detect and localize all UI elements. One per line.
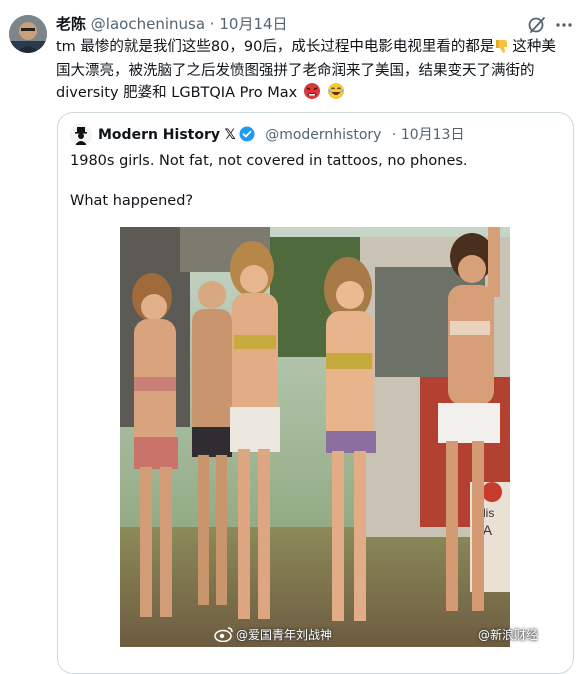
header-separator: · — [209, 15, 215, 33]
post-text-line1a: tm 最惨的就是我们这些80，90后，成长过程中电影电视里看的都是 — [56, 39, 495, 55]
weibo-watermark: @爱国青年刘战神 — [214, 626, 332, 645]
thumb-down-emoji — [495, 38, 511, 61]
quoted-author-handle[interactable]: @modernhistory — [265, 127, 381, 143]
quoted-author-name[interactable]: Modern History — [98, 127, 220, 143]
laughing-face-emoji — [327, 82, 345, 107]
post-text: tm 最惨的就是我们这些80，90后，成长过程中电影电视里看的都是 这种美 国大漂… — [56, 37, 576, 107]
quoted-separator: · — [391, 127, 397, 143]
watermark-right-text: @新浪财经 — [478, 628, 539, 642]
quoted-author-avatar[interactable] — [70, 124, 92, 146]
post-text-line1b: 这种美 — [512, 39, 556, 55]
weibo-logo-icon — [214, 626, 234, 645]
grok-icon[interactable] — [527, 15, 547, 35]
author-avatar[interactable] — [9, 15, 47, 53]
author-handle[interactable]: @laocheninusa — [91, 15, 205, 33]
quoted-post-card[interactable]: Modern History 𝕏 @modernhistory · 10月13日… — [57, 112, 574, 674]
quoted-text-line2: What happened? — [70, 193, 194, 209]
quoted-post-text: 1980s girls. Not fat, not covered in tat… — [70, 151, 550, 211]
post-text-line3: diversity 肥婆和 LGBTQIA Pro Max — [56, 85, 298, 101]
watermark-left-text: @爱国青年刘战神 — [236, 628, 333, 642]
quoted-text-line1: 1980s girls. Not fat, not covered in tat… — [70, 153, 468, 169]
angry-face-emoji — [303, 82, 321, 107]
author-name[interactable]: 老陈 — [56, 15, 86, 33]
post-text-line2: 国大漂亮，被洗脑了之后发愤图强拼了老命润来了美国，结果变天了满街的 — [56, 63, 535, 79]
x-logo-icon: 𝕏 — [224, 127, 236, 143]
post-header: 老陈 @laocheninusa · 10月14日 — [56, 14, 288, 34]
quoted-post-date[interactable]: 10月13日 — [401, 127, 465, 143]
post-date[interactable]: 10月14日 — [219, 15, 287, 33]
quoted-post-photo[interactable]: Alis FA — [120, 227, 510, 647]
verified-badge-icon — [239, 126, 255, 148]
more-icon[interactable] — [554, 15, 574, 35]
quoted-post-header: Modern History 𝕏 @modernhistory · 10月13日 — [98, 125, 464, 148]
